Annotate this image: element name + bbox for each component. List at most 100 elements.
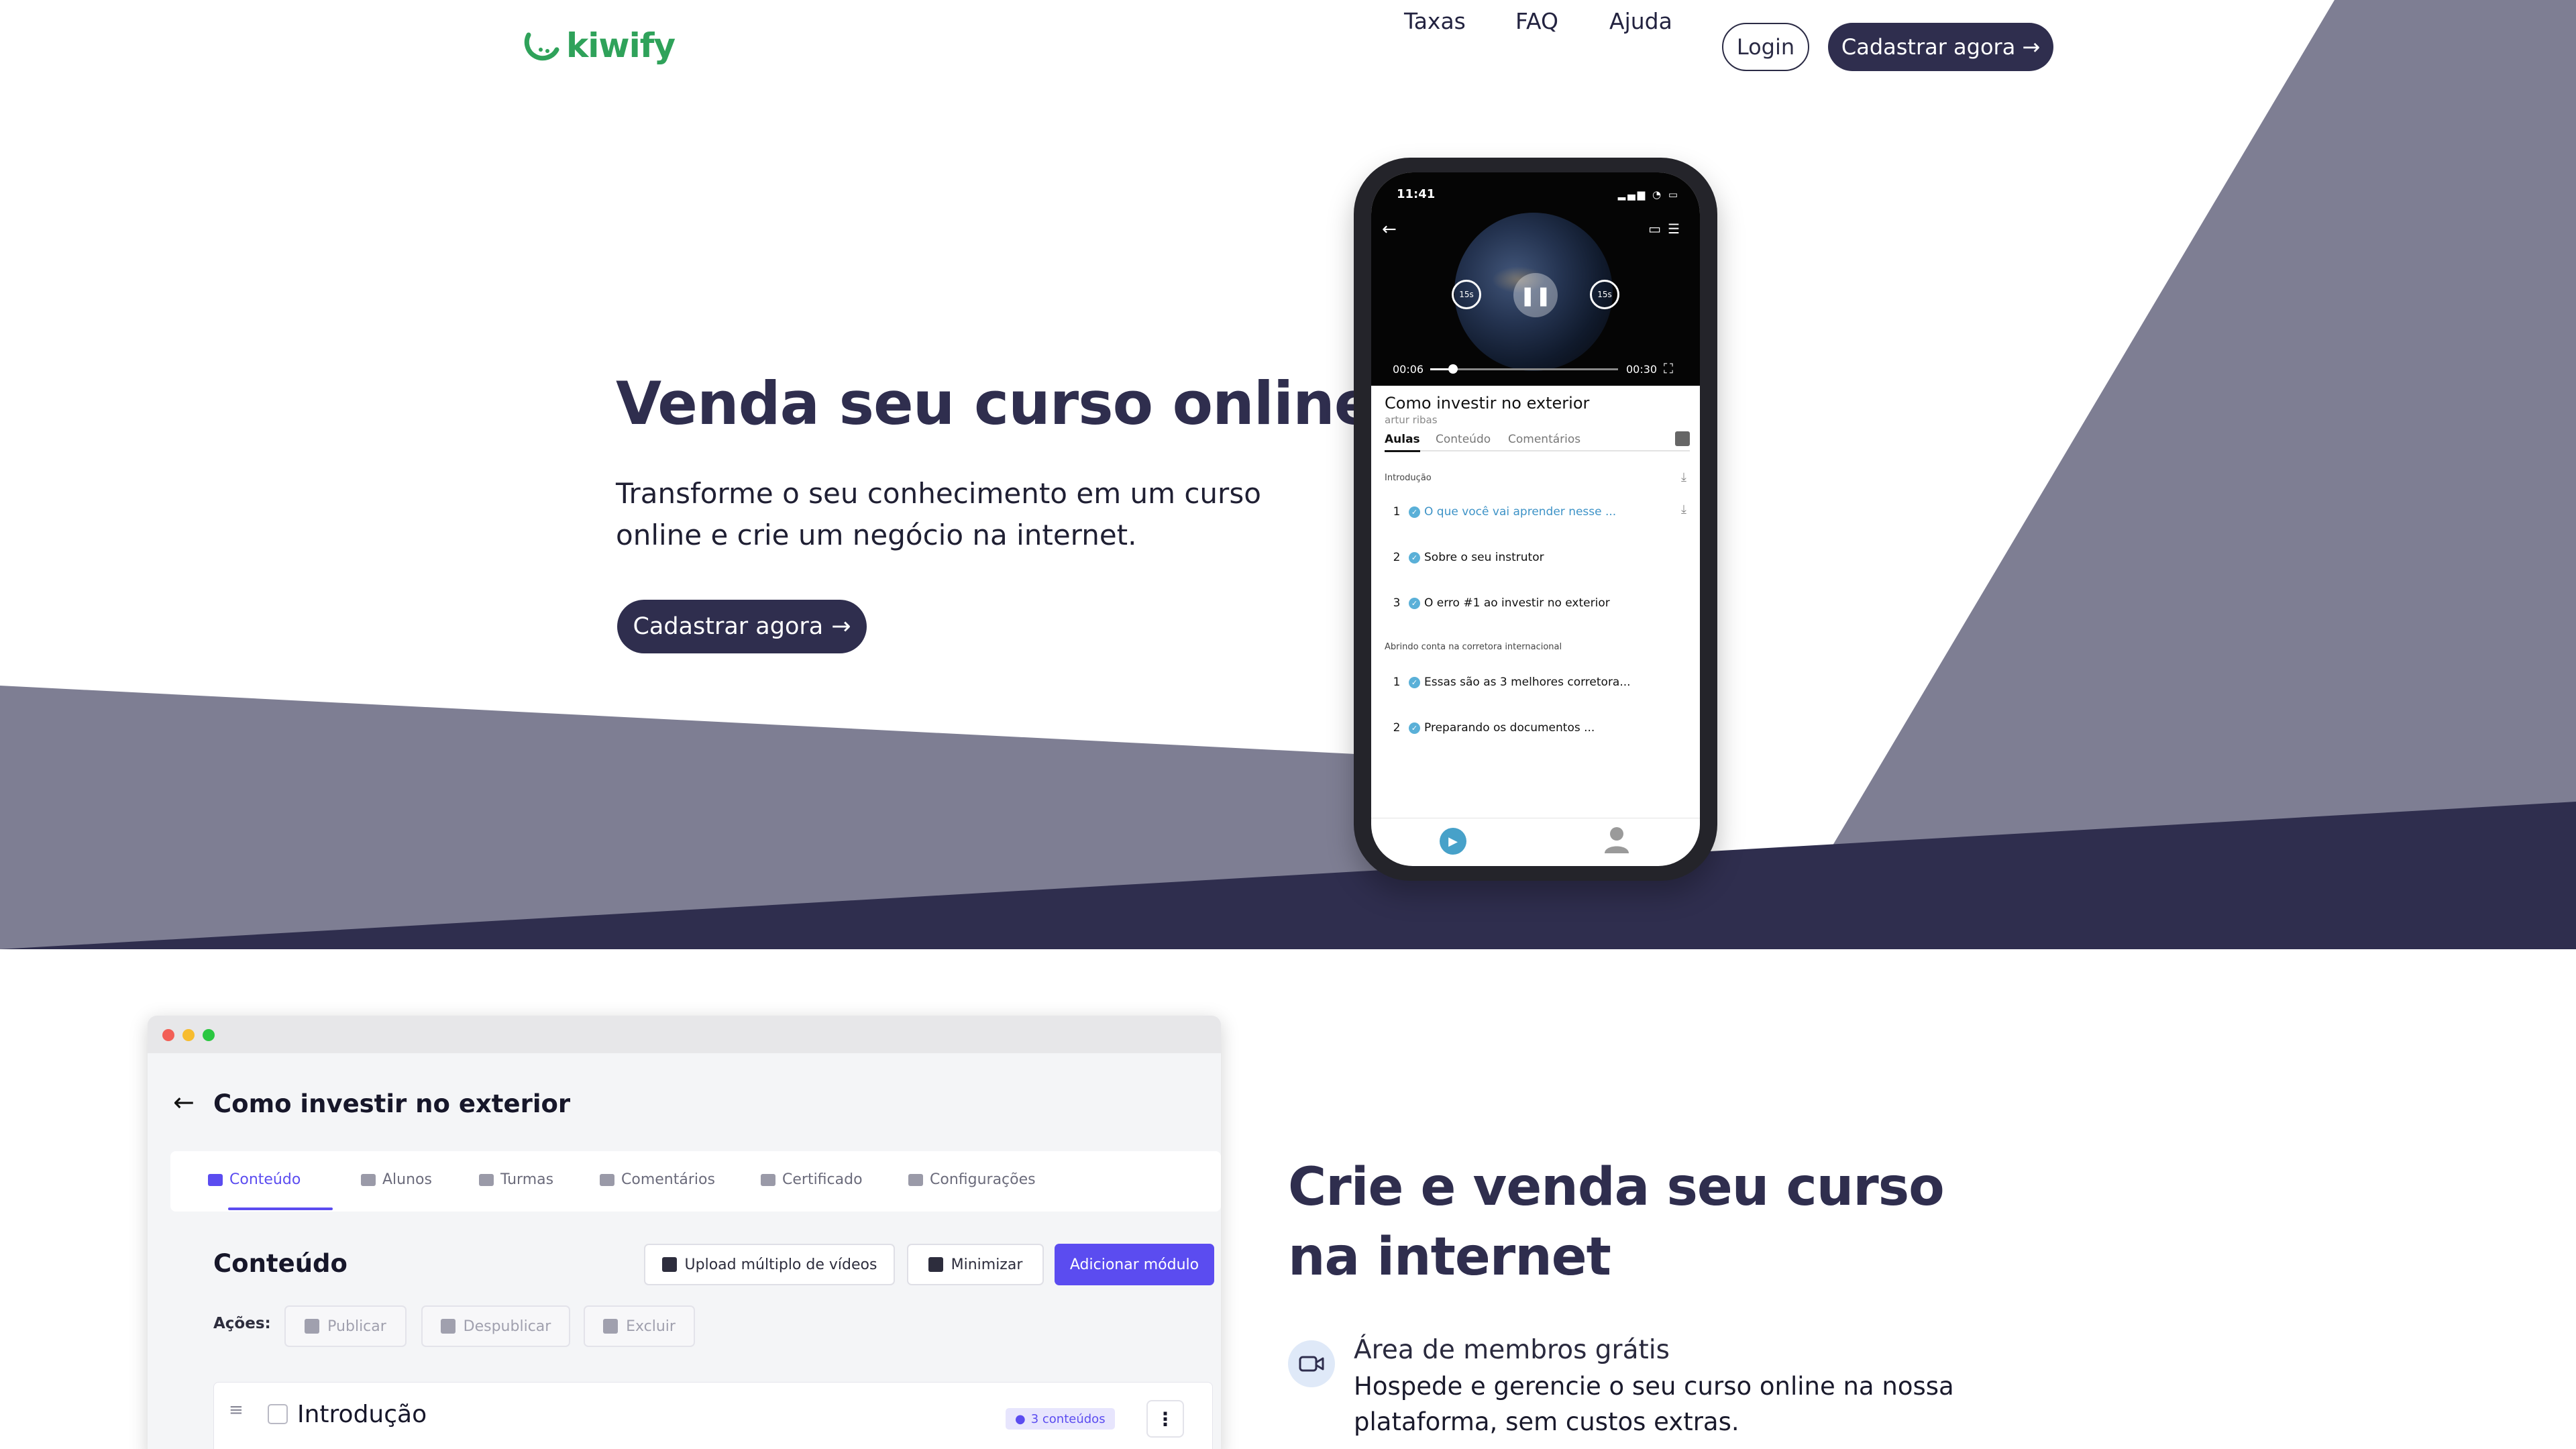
module-card[interactable]: ≡ Introdução ● 3 conteúdos ⋮ xyxy=(213,1382,1213,1449)
skip-back-icon[interactable]: 15s xyxy=(1452,280,1481,309)
section-label-intro: Introdução xyxy=(1385,473,1432,483)
lesson-item[interactable]: 1 ✓ Essas são as 3 melhores corretora... xyxy=(1385,672,1690,692)
add-module-button[interactable]: Adicionar módulo xyxy=(1055,1244,1214,1285)
hero-signup-button[interactable]: Cadastrar agora → xyxy=(617,600,867,653)
login-button[interactable]: Login xyxy=(1722,23,1809,71)
video-end-time: 00:30 xyxy=(1626,363,1658,376)
check-icon: ✓ xyxy=(1409,506,1420,518)
video-player[interactable]: 11:41 ▂▄▆ ◔ ▭ ← ▭☰ 15s ❚❚ 15s 00:06 00:3… xyxy=(1371,172,1700,386)
nav-signup-label: Cadastrar agora xyxy=(1841,34,2016,60)
chat-icon xyxy=(600,1173,614,1186)
video-current-time: 00:06 xyxy=(1393,363,1424,376)
lesson-name: O que você vai aprender nesse ... xyxy=(1424,505,1617,519)
video-progress-knob[interactable] xyxy=(1448,364,1458,374)
check-icon: ✓ xyxy=(1409,551,1420,564)
tab-aulas[interactable]: Aulas xyxy=(1385,433,1420,452)
users-icon xyxy=(361,1173,376,1186)
download-all-icon[interactable] xyxy=(1675,431,1690,446)
check-icon: ✓ xyxy=(1409,597,1420,609)
phone-screen: 11:41 ▂▄▆ ◔ ▭ ← ▭☰ 15s ❚❚ 15s 00:06 00:3… xyxy=(1371,172,1700,866)
back-arrow-icon[interactable]: ← xyxy=(1382,219,1397,239)
download-icon[interactable]: ⤓ xyxy=(1681,470,1686,484)
publish-button[interactable]: Publicar xyxy=(284,1305,407,1347)
course-tabs: Conteúdo Alunos Turmas Comentários Certi… xyxy=(170,1151,1221,1212)
minimize-icon xyxy=(928,1257,943,1272)
upload-videos-button[interactable]: Upload múltiplo de vídeos xyxy=(644,1244,895,1285)
lesson-number: 2 xyxy=(1393,551,1401,564)
download-icon[interactable]: ⤓ xyxy=(1681,502,1686,517)
tab-conteudo[interactable]: Conteúdo xyxy=(1436,433,1491,446)
pause-button[interactable]: ❚❚ xyxy=(1513,273,1558,317)
tab-label: Certificado xyxy=(782,1171,863,1188)
phone-tab-bar: ▶ xyxy=(1371,818,1700,866)
lesson-name: O erro #1 ao investir no exterior xyxy=(1424,596,1610,610)
tab-certificado[interactable]: Certificado xyxy=(761,1171,863,1188)
eye-off-icon xyxy=(440,1319,455,1334)
pause-icon: ❚❚ xyxy=(1519,284,1552,307)
tab-comentarios[interactable]: Comentários xyxy=(600,1171,715,1188)
feature-section-title: Crie e venda seu curso na internet xyxy=(1288,1157,1945,1287)
delete-button[interactable]: Excluir xyxy=(584,1305,695,1347)
grid-icon xyxy=(479,1173,494,1186)
course-title: Como investir no exterior xyxy=(1385,394,1590,413)
hero-signup-label: Cadastrar agora xyxy=(633,613,824,640)
maximize-dot-icon xyxy=(203,1029,215,1041)
content-heading: Conteúdo xyxy=(213,1249,347,1278)
cloud-upload-icon xyxy=(661,1257,677,1272)
unpublish-button[interactable]: Despublicar xyxy=(421,1305,570,1347)
course-author: artur ribas xyxy=(1385,414,1438,426)
play-tab-icon[interactable]: ▶ xyxy=(1440,828,1466,855)
tab-comentarios[interactable]: Comentários xyxy=(1508,433,1580,446)
lesson-number: 1 xyxy=(1393,676,1401,689)
lesson-item[interactable]: 2 ✓ Sobre o seu instrutor xyxy=(1385,547,1690,568)
arrow-right-icon: → xyxy=(831,613,851,640)
app-window-mockup: ← Como investir no exterior Conteúdo Alu… xyxy=(148,1016,1221,1449)
unpublish-label: Despublicar xyxy=(463,1318,551,1335)
lesson-name: Essas são as 3 melhores corretora... xyxy=(1424,676,1631,689)
feature-item-description: Hospede e gerencie o seu curso online na… xyxy=(1354,1372,1954,1436)
badge-dot-icon: ● xyxy=(1015,1411,1026,1426)
nav-link-taxas[interactable]: Taxas xyxy=(1404,8,1466,34)
lesson-item[interactable]: 1 ✓ O que você vai aprender nesse ... xyxy=(1385,502,1690,522)
active-tab-underline xyxy=(228,1208,333,1210)
kiwify-logo[interactable]: kiwify xyxy=(522,24,676,67)
user-tab-icon[interactable] xyxy=(1603,825,1630,855)
player-tabs: Aulas Conteúdo Comentários xyxy=(1385,427,1690,452)
check-icon: ✓ xyxy=(1409,722,1420,734)
video-camera-icon xyxy=(1288,1340,1335,1387)
upload-label: Upload múltiplo de vídeos xyxy=(684,1256,877,1273)
book-icon xyxy=(208,1173,223,1186)
logo-text: kiwify xyxy=(566,26,676,65)
tab-configuracoes[interactable]: Configurações xyxy=(908,1171,1036,1188)
video-camera-glyph xyxy=(1299,1356,1324,1372)
section-label-broker: Abrindo conta na corretora internacional xyxy=(1385,642,1562,652)
back-arrow-icon[interactable]: ← xyxy=(173,1087,195,1117)
fullscreen-icon[interactable]: ⛶ xyxy=(1664,360,1673,376)
nav-signup-button[interactable]: Cadastrar agora → xyxy=(1828,23,2053,71)
video-progress-bar[interactable] xyxy=(1430,364,1618,374)
login-label: Login xyxy=(1736,34,1795,60)
feature-item-title: Área de membros grátis xyxy=(1354,1335,1670,1365)
module-checkbox[interactable] xyxy=(268,1404,288,1424)
nav-link-faq[interactable]: FAQ xyxy=(1515,8,1558,34)
minimize-button[interactable]: Minimizar xyxy=(907,1244,1044,1285)
close-dot-icon xyxy=(162,1029,174,1041)
drag-handle-icon[interactable]: ≡ xyxy=(229,1400,244,1420)
kiwi-logo-icon xyxy=(524,32,559,61)
tab-conteudo[interactable]: Conteúdo xyxy=(208,1171,301,1188)
cast-settings-icons[interactable]: ▭☰ xyxy=(1648,221,1686,237)
skip-forward-icon[interactable]: 15s xyxy=(1590,280,1619,309)
tab-turmas[interactable]: Turmas xyxy=(479,1171,553,1188)
lesson-item[interactable]: 2 ✓ Preparando os documentos ... xyxy=(1385,718,1690,738)
nav-link-ajuda[interactable]: Ajuda xyxy=(1609,8,1672,34)
tab-alunos[interactable]: Alunos xyxy=(361,1171,432,1188)
actions-label: Ações: xyxy=(213,1315,271,1332)
hero-title: Venda seu curso online xyxy=(616,369,1374,438)
check-icon: ✓ xyxy=(1409,676,1420,688)
tab-label: Turmas xyxy=(500,1171,554,1188)
add-module-label: Adicionar módulo xyxy=(1069,1256,1199,1273)
more-options-icon[interactable]: ⋮ xyxy=(1146,1400,1184,1438)
lesson-item[interactable]: 3 ✓ O erro #1 ao investir no exterior xyxy=(1385,593,1690,613)
eye-icon xyxy=(305,1319,320,1334)
phone-mockup: 11:41 ▂▄▆ ◔ ▭ ← ▭☰ 15s ❚❚ 15s 00:06 00:3… xyxy=(1354,158,1717,881)
